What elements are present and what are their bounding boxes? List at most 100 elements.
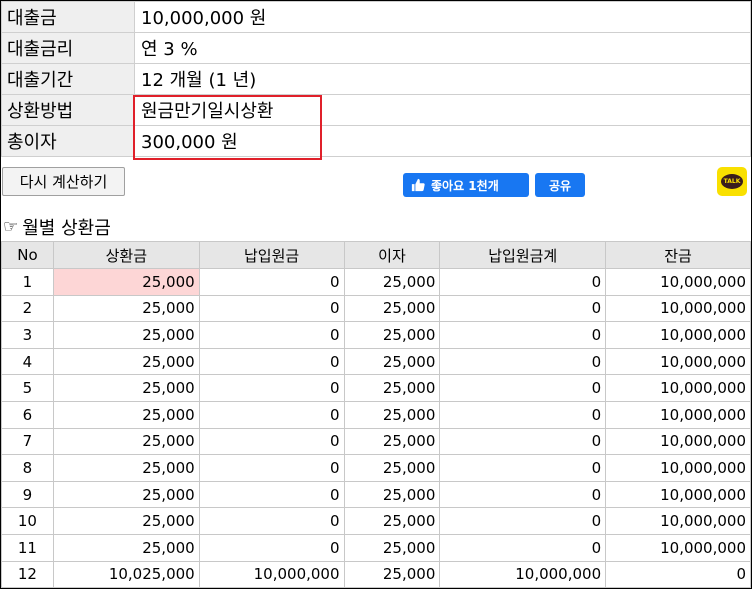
cell-no: 1 [1,268,54,296]
summary-value: 연 3 % [134,32,751,64]
summary-value: 12 개월 (1 년) [134,63,751,95]
share-label: 공유 [548,178,572,193]
cell-balance: 10,000,000 [605,454,751,482]
summary-row-rate: 대출금리 연 3 % [1,32,751,64]
cell-principal-total: 0 [439,480,607,509]
cell-payment: 25,000 [52,268,200,296]
cell-payment: 25,000 [52,294,200,323]
cell-interest: 25,000 [343,347,441,376]
cell-no: 4 [1,347,54,376]
table-row: 1 25,000 0 25,000 0 10,000,000 [1,268,751,296]
table-row: 12 10,025,000 10,000,000 25,000 10,000,000 0 [1,560,751,589]
cell-balance: 10,000,000 [605,268,751,296]
cell-interest: 25,000 [343,374,441,402]
table-row: 7 25,000 0 25,000 0 10,000,000 [1,427,751,456]
summary-value: 원금만기일시상환 [134,94,751,126]
cell-principal: 0 [198,321,345,349]
summary-row-amount: 대출금 10,000,000 원 [1,1,751,33]
cell-balance: 10,000,000 [605,427,751,456]
table-row: 9 25,000 0 25,000 0 10,000,000 [1,480,751,509]
cell-principal-total: 0 [439,507,607,535]
column-header-balance: 잔금 [605,241,751,269]
cell-payment: 25,000 [52,454,200,482]
table-row: 3 25,000 0 25,000 0 10,000,000 [1,321,751,349]
cell-payment: 10,025,000 [52,560,200,589]
table-row: 10 25,000 0 25,000 0 10,000,000 [1,507,751,535]
cell-interest: 25,000 [343,507,441,535]
cell-principal-total: 0 [439,400,607,429]
cell-interest: 25,000 [343,294,441,323]
schedule-header-row: No 상환금 납입원금 이자 납입원금계 잔금 [1,241,751,269]
like-label: 좋아요 1천개 [431,178,499,193]
table-row: 8 25,000 0 25,000 0 10,000,000 [1,454,751,482]
cell-principal-total: 0 [439,374,607,402]
cell-principal-total: 0 [439,321,607,349]
cell-principal: 0 [198,347,345,376]
recalculate-button[interactable]: 다시 계산하기 [2,167,125,196]
cell-payment: 25,000 [52,374,200,402]
cell-interest: 25,000 [343,533,441,562]
cell-no: 12 [1,560,54,589]
cell-principal-total: 10,000,000 [439,560,607,589]
cell-payment: 25,000 [52,427,200,456]
cell-payment: 25,000 [52,400,200,429]
kakaotalk-share-button[interactable]: TALK [717,167,747,196]
cell-interest: 25,000 [343,400,441,429]
pointing-hand-icon: ☞ [3,217,19,237]
cell-payment: 25,000 [52,480,200,509]
kakaotalk-icon: TALK [721,174,743,189]
cell-principal: 0 [198,427,345,456]
summary-label: 대출금 [1,1,135,33]
cell-principal-total: 0 [439,454,607,482]
table-row: 4 25,000 0 25,000 0 10,000,000 [1,347,751,376]
loan-summary-table: 대출금 10,000,000 원 대출금리 연 3 % 대출기간 12 개월 (… [1,1,751,157]
summary-label: 총이자 [1,125,135,157]
schedule-section-title: ☞ 월별 상환금 [3,214,111,240]
summary-label: 상환방법 [1,94,135,126]
cell-balance: 10,000,000 [605,400,751,429]
summary-label: 대출기간 [1,63,135,95]
cell-no: 3 [1,321,54,349]
cell-balance: 10,000,000 [605,294,751,323]
facebook-share-button[interactable]: 공유 [535,173,585,197]
column-header-principal: 납입원금 [198,241,345,269]
summary-label: 대출금리 [1,32,135,64]
cell-no: 7 [1,427,54,456]
summary-row-total-interest: 총이자 300,000 원 [1,125,751,157]
cell-no: 11 [1,533,54,562]
facebook-like-button[interactable]: 좋아요 1천개 [403,173,529,197]
cell-interest: 25,000 [343,454,441,482]
cell-balance: 10,000,000 [605,533,751,562]
column-header-no: No [1,241,54,269]
cell-principal-total: 0 [439,268,607,296]
cell-interest: 25,000 [343,268,441,296]
cell-principal: 0 [198,294,345,323]
thumbs-up-icon [411,178,425,192]
cell-balance: 0 [605,560,751,589]
repayment-schedule-table: No 상환금 납입원금 이자 납입원금계 잔금 1 25,000 0 25,000 0 1… [1,241,751,589]
cell-no: 8 [1,454,54,482]
schedule-title: 월별 상환금 [22,218,111,239]
kakaotalk-icon-label: TALK [723,178,741,185]
summary-row-method: 상환방법 원금만기일시상환 [1,94,751,126]
summary-value: 10,000,000 원 [134,1,751,33]
cell-payment: 25,000 [52,507,200,535]
table-row: 6 25,000 0 25,000 0 10,000,000 [1,400,751,429]
cell-principal: 0 [198,507,345,535]
cell-balance: 10,000,000 [605,507,751,535]
cell-no: 2 [1,294,54,323]
schedule-body: 1 25,000 0 25,000 0 10,000,000 2 25,000 0 25,000 0… [1,268,751,589]
cell-principal: 0 [198,533,345,562]
cell-principal: 0 [198,480,345,509]
cell-payment: 25,000 [52,533,200,562]
cell-principal-total: 0 [439,294,607,323]
summary-value: 300,000 원 [134,125,751,157]
cell-no: 10 [1,507,54,535]
cell-payment: 25,000 [52,347,200,376]
cell-balance: 10,000,000 [605,480,751,509]
cell-interest: 25,000 [343,480,441,509]
cell-principal-total: 0 [439,427,607,456]
cell-balance: 10,000,000 [605,347,751,376]
cell-payment: 25,000 [52,321,200,349]
cell-principal: 0 [198,400,345,429]
